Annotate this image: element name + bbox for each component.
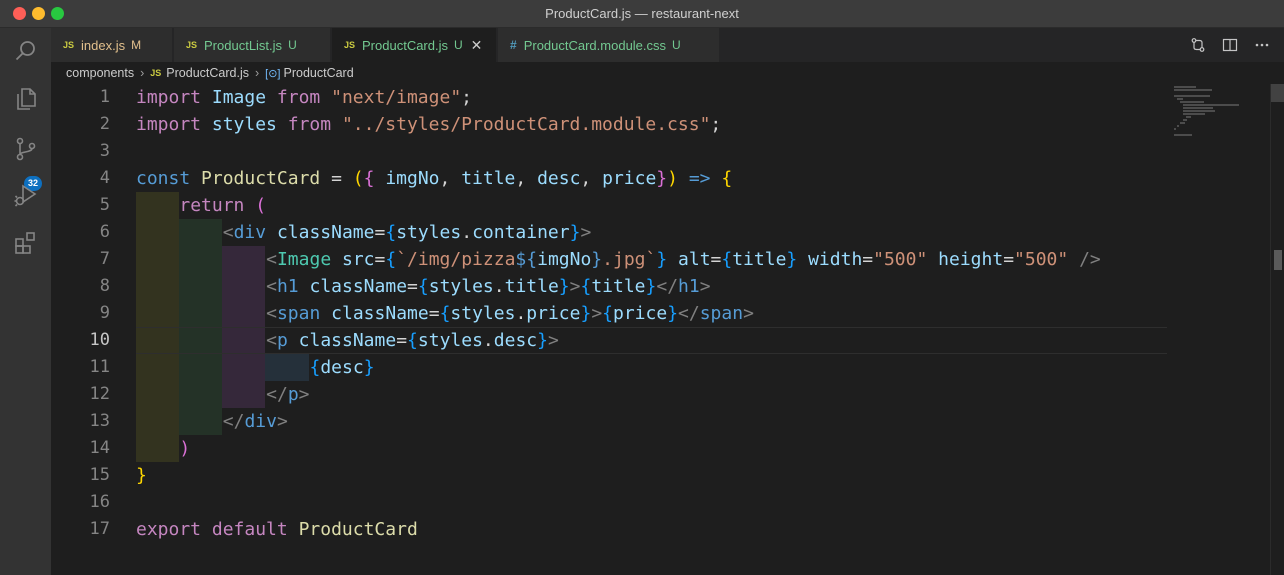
code-line[interactable]: <Image src={`/img/pizza${imgNo}.jpg`} al…: [136, 246, 1101, 273]
code-line[interactable]: export default ProductCard: [136, 516, 418, 543]
run-debug-icon[interactable]: [13, 182, 39, 208]
scrollbar-overview: [1271, 84, 1284, 102]
editor-actions: [1190, 28, 1270, 62]
close-tab-icon[interactable]: ✕: [471, 37, 483, 54]
js-file-icon: JS: [150, 68, 162, 78]
code-line[interactable]: <div className={styles.container}>: [136, 219, 592, 246]
tab-index-js[interactable]: JS index.js M: [51, 28, 173, 62]
code-line[interactable]: <h1 className={styles.title}>{title}</h1…: [136, 273, 710, 300]
tab-bar: JS index.js M JS ProductList.js U JS Pro…: [51, 28, 1284, 62]
tab-productcard-module-css[interactable]: # ProductCard.module.css U: [498, 28, 720, 62]
js-file-icon: JS: [63, 40, 75, 50]
source-control-icon[interactable]: [13, 136, 39, 162]
line-number: 17: [89, 519, 110, 539]
breadcrumb: components › JS ProductCard.js › [⊙] Pro…: [51, 62, 1284, 84]
tab-label: ProductList.js: [204, 37, 283, 53]
vertical-scrollbar[interactable]: [1270, 84, 1284, 575]
tab-status: U: [288, 38, 297, 52]
line-number: 12: [89, 384, 110, 404]
tab-productlist-js[interactable]: JS ProductList.js U: [174, 28, 331, 62]
code-line[interactable]: const ProductCard = ({ imgNo, title, des…: [136, 165, 732, 192]
css-file-icon: #: [510, 38, 517, 52]
line-number: 1: [99, 87, 110, 107]
window-title: ProductCard.js — restaurant-next: [545, 6, 739, 21]
code-editor[interactable]: 1 2 3 4 5 6 7 8 9 10 11 12 13 14 15 16 1…: [51, 84, 1284, 575]
line-number: 3: [99, 141, 110, 161]
line-number: 11: [89, 357, 110, 377]
line-number: 15: [89, 465, 110, 485]
breadcrumb-folder[interactable]: components: [66, 66, 134, 80]
extensions-icon[interactable]: [13, 230, 39, 256]
tab-productcard-js[interactable]: JS ProductCard.js U ✕: [332, 28, 497, 62]
breadcrumb-symbol[interactable]: ProductCard: [284, 66, 354, 80]
code-line[interactable]: ): [136, 435, 190, 462]
chevron-right-icon: ›: [254, 66, 260, 80]
title-bar: ProductCard.js — restaurant-next: [0, 0, 1284, 28]
line-number: 5: [99, 195, 110, 215]
line-number: 8: [99, 276, 110, 296]
code-line[interactable]: </div>: [136, 408, 288, 435]
js-file-icon: JS: [186, 40, 198, 50]
tab-label: ProductCard.js: [362, 37, 448, 53]
tab-label: ProductCard.module.css: [523, 37, 667, 53]
tab-status: U: [454, 38, 463, 52]
activity-bar: 32: [0, 28, 51, 575]
scrollbar-thumb[interactable]: [1274, 250, 1282, 270]
code-line[interactable]: return (: [136, 192, 266, 219]
line-number: 7: [99, 249, 110, 269]
code-line[interactable]: <p className={styles.desc}>: [136, 327, 559, 354]
files-icon[interactable]: [13, 86, 39, 112]
symbol-variable-icon: [⊙]: [265, 67, 281, 80]
more-actions-icon[interactable]: [1254, 37, 1270, 53]
code-line[interactable]: {desc}: [136, 354, 375, 381]
code-line[interactable]: }: [136, 462, 147, 489]
line-number: 6: [99, 222, 110, 242]
code-line[interactable]: </p>: [136, 381, 309, 408]
line-number: 2: [99, 114, 110, 134]
split-editor-icon[interactable]: [1222, 37, 1238, 53]
breadcrumb-file[interactable]: ProductCard.js: [166, 66, 249, 80]
tab-status: M: [131, 38, 142, 52]
tab-label: index.js: [81, 37, 126, 53]
line-number: 13: [89, 411, 110, 431]
code-line[interactable]: import Image from "next/image";: [136, 84, 472, 111]
search-icon[interactable]: [13, 38, 39, 64]
js-file-icon: JS: [344, 40, 356, 50]
code-line[interactable]: <span className={styles.price}>{price}</…: [136, 300, 754, 327]
line-number: 16: [89, 492, 110, 512]
line-number: 4: [99, 168, 110, 188]
minimap[interactable]: [1174, 84, 1269, 136]
line-number: 14: [89, 438, 110, 458]
chevron-right-icon: ›: [140, 66, 145, 80]
code-line[interactable]: import styles from "../styles/ProductCar…: [136, 111, 721, 138]
tab-status: U: [672, 38, 681, 52]
current-line-number: 10: [89, 330, 110, 350]
open-changes-icon[interactable]: [1190, 37, 1206, 53]
line-number: 9: [99, 303, 110, 323]
